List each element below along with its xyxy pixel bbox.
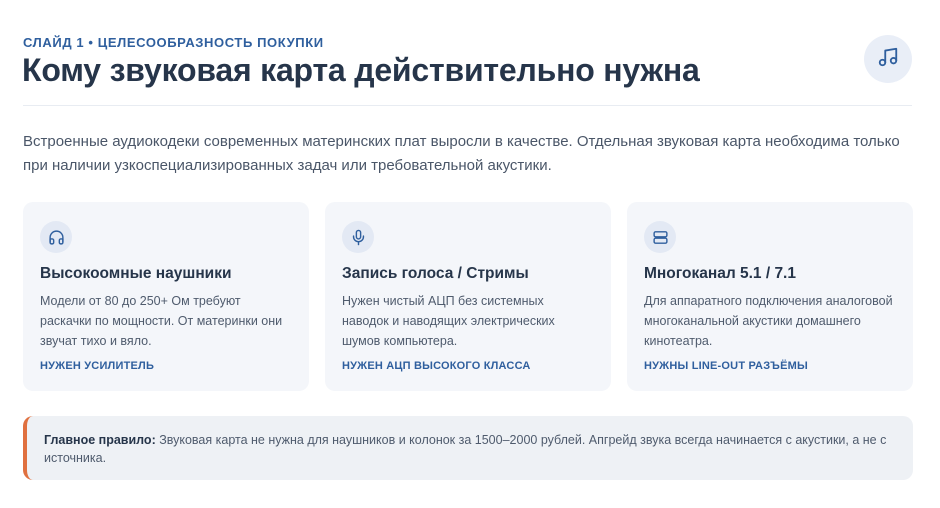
slide-eyebrow: СЛАЙД 1 • ЦЕЛЕСООБРАЗНОСТЬ ПОКУПКИ bbox=[23, 35, 324, 50]
microphone-icon bbox=[342, 221, 374, 253]
card-title: Многоканал 5.1 / 7.1 bbox=[644, 265, 796, 282]
card-text: Нужен чистый АЦП без системных наводок и… bbox=[342, 294, 555, 348]
card-title: Высокоомные наушники bbox=[40, 265, 232, 282]
card-text: Модели от 80 до 250+ Ом требуют раскачки… bbox=[40, 294, 283, 348]
card-tag: НУЖЕН АЦП ВЫСОКОГО КЛАССА bbox=[342, 360, 531, 372]
rule-text: Звуковая карта не нужна для наушников и … bbox=[44, 433, 887, 465]
music-badge bbox=[864, 35, 912, 83]
card-tag: НУЖНЫ LINE-OUT РАЗЪЁМЫ bbox=[644, 360, 808, 372]
cards-row: Высокоомные наушники Модели от 80 до 250… bbox=[23, 202, 913, 391]
rule-label: Главное правило: bbox=[44, 433, 156, 447]
card-voice-recording: Запись голоса / Стримы Нужен чистый АЦП … bbox=[325, 202, 611, 391]
header-divider bbox=[23, 105, 912, 106]
card-headphones: Высокоомные наушники Модели от 80 до 250… bbox=[23, 202, 309, 391]
intro-text: Встроенные аудиокодеки современных матер… bbox=[23, 133, 900, 174]
slide: СЛАЙД 1 • ЦЕЛЕСООБРАЗНОСТЬ ПОКУПКИ Кому … bbox=[0, 0, 940, 508]
headphones-icon bbox=[40, 221, 72, 253]
card-multichannel: Многоканал 5.1 / 7.1 Для аппаратного под… bbox=[627, 202, 913, 391]
card-title: Запись голоса / Стримы bbox=[342, 265, 529, 282]
page-title: Кому звуковая карта действительно нужна bbox=[22, 52, 700, 88]
card-text: Для аппаратного подключения аналоговой м… bbox=[644, 294, 893, 348]
rule-callout: Главное правило: Звуковая карта не нужна… bbox=[23, 416, 913, 480]
music-note-icon bbox=[877, 46, 899, 73]
card-tag: НУЖЕН УСИЛИТЕЛЬ bbox=[40, 360, 155, 372]
multichannel-icon bbox=[644, 221, 676, 253]
